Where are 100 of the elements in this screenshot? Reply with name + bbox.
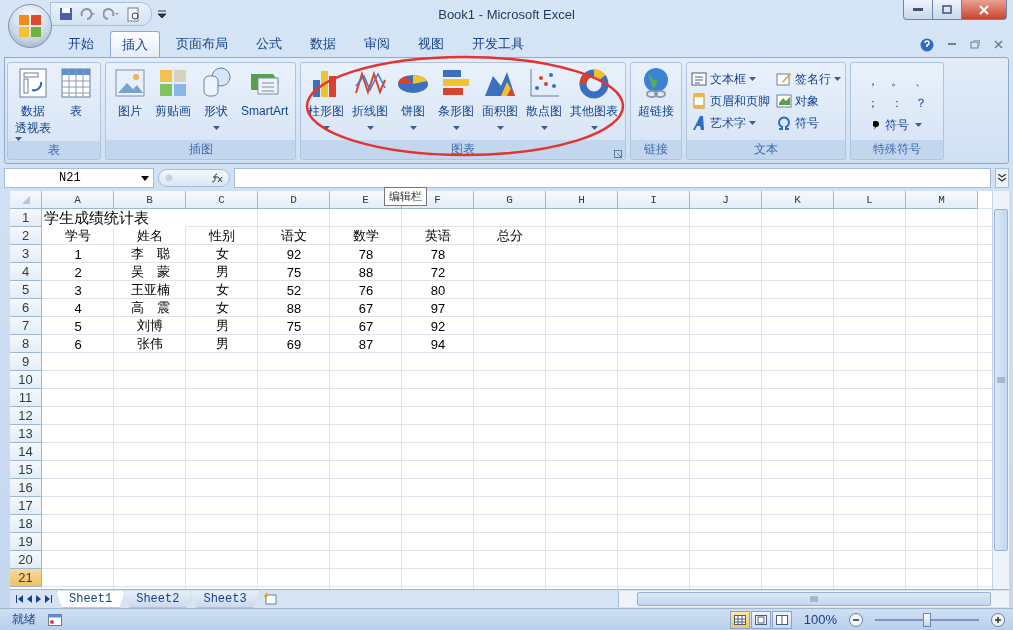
zoom-in-button[interactable] (991, 612, 1005, 627)
column-header[interactable]: A (42, 191, 114, 209)
row-header[interactable]: 7 (10, 317, 42, 335)
column-header[interactable]: K (762, 191, 834, 209)
column-header[interactable]: C (186, 191, 258, 209)
first-sheet-icon[interactable] (16, 595, 23, 603)
macro-record-icon[interactable] (48, 613, 62, 626)
slider-thumb[interactable] (923, 612, 931, 627)
row-header[interactable]: 16 (10, 479, 42, 497)
vertical-scrollbar[interactable] (992, 191, 1009, 589)
next-sheet-icon[interactable] (36, 595, 41, 603)
row-header[interactable]: 15 (10, 461, 42, 479)
ribbon-tab[interactable]: 数据 (298, 30, 348, 57)
sheet-tab[interactable]: Sheet1 (56, 590, 126, 608)
office-button[interactable] (8, 4, 52, 48)
last-sheet-icon[interactable] (45, 595, 52, 603)
ribbon-tab[interactable]: 插入 (110, 31, 160, 57)
ribbon-tab[interactable]: 开发工具 (460, 30, 536, 57)
undo-icon[interactable] (79, 8, 97, 20)
close-icon[interactable] (994, 40, 1003, 49)
horizontal-scrollbar[interactable] (618, 591, 1009, 607)
ribbon-button[interactable]: 数据 透视表 (12, 66, 54, 141)
ribbon-tab[interactable]: 审阅 (352, 30, 402, 57)
previous-sheet-icon[interactable] (27, 595, 32, 603)
symbol-button[interactable]: ： (891, 94, 904, 112)
row-header[interactable]: 9 (10, 353, 42, 371)
expand-button[interactable] (995, 168, 1009, 188)
row-header[interactable]: 4 (10, 263, 42, 281)
ribbon-button[interactable]: 条形图 (435, 66, 478, 140)
ribbon-button[interactable]: 表 (56, 66, 96, 141)
row-header[interactable]: 12 (10, 407, 42, 425)
insert-function-button[interactable] (158, 169, 230, 187)
row-header[interactable]: 11 (10, 389, 42, 407)
save-icon[interactable] (59, 7, 73, 21)
restore-icon[interactable] (970, 40, 980, 49)
row-header[interactable]: 3 (10, 245, 42, 263)
customize-menu-icon[interactable] (158, 10, 166, 18)
ribbon-button[interactable]: 面积图 (479, 66, 522, 140)
ribbon-button[interactable]: 超链接 (635, 66, 678, 140)
symbol-button[interactable]: ， (867, 72, 880, 90)
column-header[interactable]: G (474, 191, 546, 209)
view-button[interactable] (771, 610, 792, 629)
sheet-tab[interactable]: Sheet3 (190, 590, 260, 608)
symbol-button[interactable]: ； (867, 94, 880, 112)
row-header[interactable]: 2 (10, 227, 42, 245)
dialog-launcher-icon[interactable] (614, 147, 623, 155)
row-header[interactable]: 8 (10, 335, 42, 353)
column-header[interactable]: J (690, 191, 762, 209)
ribbon-button[interactable]: 散点图 (523, 66, 566, 140)
ribbon-tab[interactable]: 页面布局 (164, 30, 240, 57)
row-header[interactable]: 20 (10, 551, 42, 569)
ribbon-button[interactable]: 形状 (196, 66, 236, 140)
view-button[interactable] (729, 610, 750, 629)
redo-icon[interactable] (103, 8, 121, 20)
ribbon-button[interactable]: 文本框 (691, 68, 771, 90)
ribbon-button[interactable]: 剪贴画 (152, 66, 194, 140)
ribbon-tab[interactable]: 视图 (406, 30, 456, 57)
row-header[interactable]: 5 (10, 281, 42, 299)
ribbon-button[interactable]: 艺术字 (691, 112, 771, 134)
symbol-button[interactable]: 、 (915, 72, 928, 90)
view-button[interactable] (750, 610, 771, 629)
row-header[interactable]: 14 (10, 443, 42, 461)
ribbon-button[interactable]: 页眉和页脚 (691, 90, 771, 112)
sheet-tab[interactable]: Sheet2 (123, 590, 193, 608)
maximize-button[interactable] (932, 0, 962, 20)
symbol-button[interactable]: 。 (891, 72, 904, 90)
symbol-menu-button[interactable]: 符号 (872, 116, 922, 134)
ribbon-button[interactable]: 饼图 (393, 66, 434, 140)
minimize-button[interactable] (903, 0, 933, 20)
row-header[interactable]: 13 (10, 425, 42, 443)
column-header[interactable]: B (114, 191, 186, 209)
row-header[interactable]: 1 (10, 209, 42, 227)
row-header[interactable]: 19 (10, 533, 42, 551)
ribbon-button[interactable]: 图片 (110, 66, 150, 140)
ribbon-button[interactable]: SmartArt (238, 66, 292, 140)
ribbon-tab[interactable]: 公式 (244, 30, 294, 57)
ribbon-button[interactable]: 折线图 (349, 66, 392, 140)
column-header[interactable]: H (546, 191, 618, 209)
ribbon-button[interactable]: 其他图表 (567, 66, 622, 140)
column-header[interactable]: D (258, 191, 330, 209)
row-header[interactable]: 21 (10, 569, 42, 587)
column-header[interactable]: M (906, 191, 978, 209)
row-header[interactable]: 6 (10, 299, 42, 317)
formula-input[interactable] (234, 168, 991, 188)
help-icon[interactable] (920, 37, 934, 52)
zoom-out-button[interactable] (849, 612, 863, 627)
column-header[interactable]: L (834, 191, 906, 209)
insert-sheet-icon[interactable] (261, 592, 280, 606)
ribbon-tab[interactable]: 开始 (56, 30, 106, 57)
ribbon-button[interactable]: 符号 (776, 112, 842, 134)
row-header[interactable]: 10 (10, 371, 42, 389)
row-header[interactable]: 18 (10, 515, 42, 533)
symbol-button[interactable]: ？ (915, 94, 928, 112)
minimize-icon[interactable] (948, 43, 956, 46)
ribbon-button[interactable]: 签名行 (776, 68, 842, 90)
close-button[interactable] (961, 0, 1007, 20)
column-header[interactable]: I (618, 191, 690, 209)
ribbon-button[interactable]: 对象 (776, 90, 842, 112)
print-preview-icon[interactable] (127, 6, 141, 22)
row-header[interactable]: 17 (10, 497, 42, 515)
